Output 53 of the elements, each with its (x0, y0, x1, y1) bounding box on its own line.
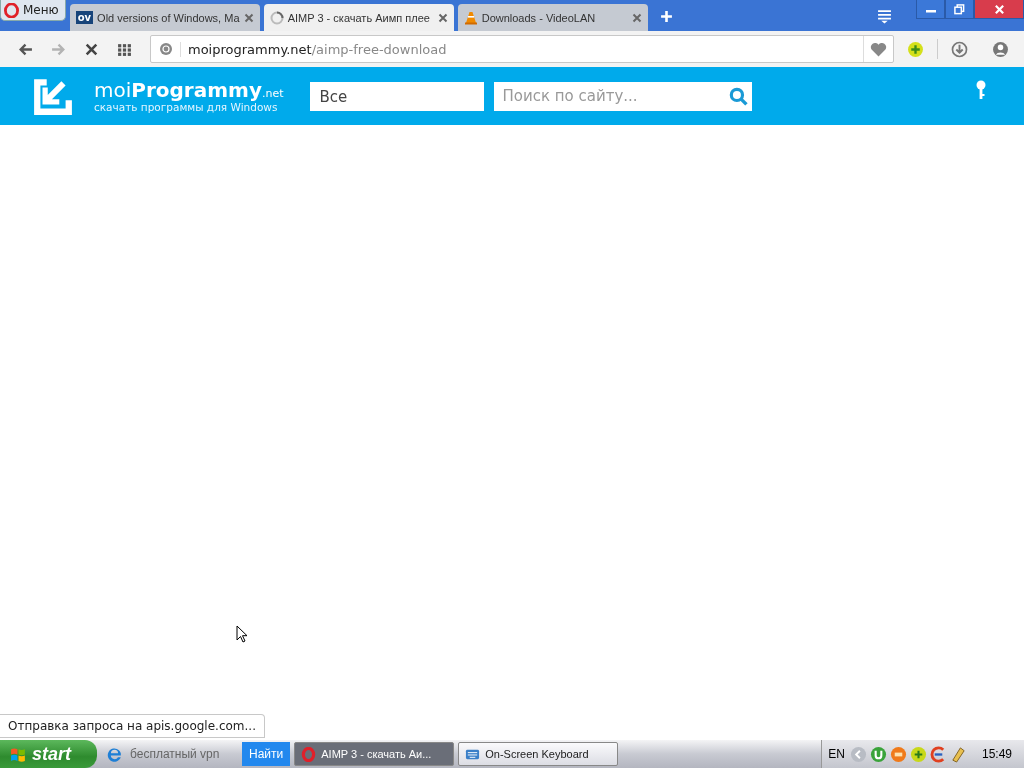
clock: 15:49 (981, 747, 1012, 761)
user-icon[interactable] (992, 40, 1009, 58)
site-logo-text: moiProgrammy (94, 79, 262, 101)
new-tab-icon[interactable] (659, 10, 673, 23)
stop-icon (84, 41, 99, 57)
back-arrow-icon (18, 41, 33, 57)
restore-button[interactable] (945, 0, 974, 19)
mouse-cursor-icon (236, 625, 248, 643)
tab-title: Downloads - VideoLAN (481, 11, 597, 24)
minimize-icon (925, 10, 936, 13)
browser-tab[interactable]: AIMP 3 - скачать Аимп плее (263, 4, 454, 31)
torrent-icon[interactable] (869, 745, 887, 763)
site-tagline: скачать программы для Windows (94, 101, 279, 113)
language-indicator[interactable]: EN (828, 747, 845, 761)
windows-flag-icon (10, 745, 27, 763)
close-icon[interactable] (631, 12, 642, 23)
minimize-button[interactable] (916, 0, 945, 19)
opera-logo-icon (301, 746, 317, 762)
quick-search-field[interactable]: бесплатный vpn (128, 746, 238, 762)
bar-circle-icon[interactable] (889, 745, 907, 763)
tab-title: Old versions of Windows, Ma (97, 11, 240, 24)
heart-icon[interactable] (870, 41, 887, 57)
menu-button[interactable]: Меню (0, 0, 66, 21)
close-button[interactable] (974, 0, 1024, 19)
close-icon (993, 3, 1005, 15)
status-tooltip: Отправка запроса на apis.google.com... (0, 714, 265, 738)
restore-icon (954, 3, 965, 15)
url-text: moiprogrammy.net/aimp-free-download (180, 41, 863, 57)
forward-arrow-icon (51, 41, 66, 57)
taskbar-button[interactable]: On-Screen Keyboard (458, 742, 619, 766)
plus-circle-icon[interactable] (909, 745, 927, 763)
site-search-field[interactable]: Поиск по сайту... (493, 81, 752, 111)
address-bar[interactable]: moiprogrammy.net/aimp-free-download (150, 35, 894, 63)
browser-tab[interactable]: ov Old versions of Windows, Ma (69, 4, 260, 31)
close-icon[interactable] (243, 12, 254, 23)
category-select[interactable]: Все (309, 81, 484, 111)
find-button[interactable]: Найти (242, 742, 291, 766)
start-button[interactable]: start (0, 740, 97, 768)
taskbar-button[interactable]: AIMP 3 - скачать Аи... (294, 742, 455, 766)
close-icon[interactable] (437, 12, 448, 23)
opera-logo-icon (4, 2, 19, 18)
browser-tab[interactable]: Downloads - VideoLAN (457, 4, 648, 31)
search-icon[interactable] (728, 86, 748, 106)
download-icon[interactable] (951, 40, 968, 58)
traffic-cone-icon (463, 10, 478, 25)
key-icon[interactable] (976, 80, 986, 100)
site-favicon: ov (75, 11, 94, 24)
grid-icon (117, 41, 132, 57)
loading-spinner-icon (269, 10, 284, 25)
tab-title: AIMP 3 - скачать Аимп плее (287, 11, 431, 24)
extension-plus-icon[interactable] (907, 40, 924, 58)
tab-menu-icon[interactable] (877, 9, 892, 24)
site-logo-domain: .net (261, 87, 284, 100)
